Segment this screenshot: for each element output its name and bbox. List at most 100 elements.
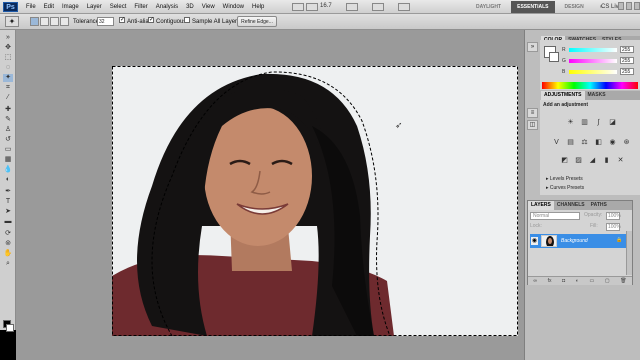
red-value[interactable]: 255 bbox=[620, 46, 634, 53]
new-layer-icon[interactable]: ▢ bbox=[605, 277, 610, 285]
red-track[interactable] bbox=[569, 48, 617, 52]
bridge-icon[interactable] bbox=[292, 3, 304, 11]
close-icon[interactable] bbox=[634, 2, 640, 10]
clone-stamp-tool-icon[interactable]: ♙ bbox=[3, 126, 13, 134]
photo-filter-icon[interactable]: ◉ bbox=[608, 138, 617, 147]
blur-tool-icon[interactable]: 💧 bbox=[3, 166, 13, 174]
contiguous-checkbox[interactable]: Contiguous bbox=[148, 15, 186, 27]
arrange-documents-icon[interactable] bbox=[372, 3, 384, 11]
color-spectrum-bar[interactable] bbox=[542, 82, 638, 89]
hue-saturation-icon[interactable]: ▤ bbox=[566, 138, 575, 147]
mini-bridge-icon[interactable] bbox=[306, 3, 318, 11]
menu-window[interactable]: Window bbox=[219, 0, 248, 14]
hand-tool-icon[interactable] bbox=[346, 3, 358, 11]
shape-tool-icon[interactable]: ▬ bbox=[3, 218, 13, 226]
fill-input[interactable]: 100% bbox=[606, 223, 621, 231]
dock-history-icon[interactable]: ◫ bbox=[527, 120, 538, 130]
blue-value[interactable]: 255 bbox=[620, 68, 634, 75]
exposure-icon[interactable]: ◪ bbox=[608, 118, 617, 127]
tab-layers[interactable]: LAYERS bbox=[528, 201, 554, 210]
new-adjustment-layer-icon[interactable]: ◐ bbox=[576, 277, 579, 285]
menu-analysis[interactable]: Analysis bbox=[152, 0, 182, 14]
workspace-design[interactable]: DESIGN bbox=[559, 1, 590, 13]
eyedropper-tool-icon[interactable]: ⁄ bbox=[3, 94, 13, 102]
tab-channels[interactable]: CHANNELS bbox=[554, 201, 588, 210]
menu-file[interactable]: File bbox=[22, 0, 40, 14]
menu-filter[interactable]: Filter bbox=[130, 0, 151, 14]
delete-layer-icon[interactable]: 🗑 bbox=[620, 277, 626, 285]
dodge-tool-icon[interactable]: ◐ bbox=[3, 176, 13, 184]
maximize-icon[interactable] bbox=[626, 2, 632, 10]
anti-alias-checkbox[interactable]: Anti-alias bbox=[119, 15, 152, 27]
zoom-level[interactable]: 16.7 bbox=[320, 3, 340, 11]
crop-tool-icon[interactable]: ⌗ bbox=[3, 84, 13, 92]
new-group-icon[interactable]: ▭ bbox=[589, 277, 594, 285]
healing-brush-tool-icon[interactable]: ✚ bbox=[3, 106, 13, 114]
minimize-icon[interactable] bbox=[618, 2, 624, 10]
channel-mixer-icon[interactable]: ⊛ bbox=[622, 138, 631, 147]
lasso-tool-icon[interactable]: ◌ bbox=[3, 64, 13, 72]
history-brush-tool-icon[interactable]: ↺ bbox=[3, 136, 13, 144]
opacity-input[interactable]: 100% bbox=[606, 212, 621, 220]
collapse-toolbox-icon[interactable]: » bbox=[3, 34, 13, 42]
blend-mode-select[interactable]: Normal bbox=[530, 212, 580, 220]
preset-levels[interactable]: ▸ Levels Presets bbox=[546, 176, 626, 183]
zoom-tool-icon[interactable]: ⌕ bbox=[3, 260, 13, 268]
hand-tool-icon-2[interactable]: ✋ bbox=[3, 250, 13, 258]
workspace-daylight[interactable]: DAYLIGHT bbox=[470, 1, 507, 13]
dock-adjust-icon[interactable]: ≡ bbox=[527, 108, 538, 118]
posterize-icon[interactable]: ▨ bbox=[574, 156, 583, 165]
anti-alias-check-icon[interactable] bbox=[119, 15, 125, 25]
subtract-from-selection-icon[interactable] bbox=[50, 17, 59, 26]
green-slider[interactable]: G 255 bbox=[562, 57, 640, 65]
background-color-preview[interactable] bbox=[549, 52, 559, 62]
layer-style-icon[interactable]: fx bbox=[548, 277, 552, 285]
green-value[interactable]: 255 bbox=[620, 57, 634, 64]
vibrance-icon[interactable]: V bbox=[552, 138, 561, 147]
move-tool-icon[interactable]: ✥ bbox=[3, 44, 13, 52]
blue-track[interactable] bbox=[569, 70, 617, 74]
intersect-selection-icon[interactable] bbox=[60, 17, 69, 26]
magic-wand-preset-icon[interactable]: ✦ bbox=[5, 16, 19, 27]
gradient-map-icon[interactable]: ▮ bbox=[602, 156, 611, 165]
menu-layer[interactable]: Layer bbox=[83, 0, 106, 14]
tab-masks[interactable]: MASKS bbox=[585, 91, 609, 100]
menu-select[interactable]: Select bbox=[106, 0, 131, 14]
background-color-swatch[interactable] bbox=[6, 324, 14, 332]
layers-scrollbar[interactable] bbox=[626, 231, 632, 275]
add-to-selection-icon[interactable] bbox=[40, 17, 49, 26]
add-mask-icon[interactable]: ◘ bbox=[562, 277, 565, 285]
gradient-tool-icon[interactable]: ▦ bbox=[3, 156, 13, 164]
contiguous-check-icon[interactable] bbox=[148, 15, 154, 25]
3d-rotate-tool-icon[interactable]: ⟳ bbox=[3, 230, 13, 238]
magic-wand-tool-icon[interactable]: ✦ bbox=[3, 74, 13, 82]
selective-color-icon[interactable]: ✕ bbox=[616, 156, 625, 165]
document-canvas[interactable] bbox=[112, 66, 518, 336]
visibility-eye-icon[interactable]: ◉ bbox=[531, 237, 538, 245]
black-white-icon[interactable]: ◧ bbox=[594, 138, 603, 147]
path-selection-tool-icon[interactable]: ➤ bbox=[3, 208, 13, 216]
menu-edit[interactable]: Edit bbox=[40, 0, 58, 14]
screen-mode-icon[interactable] bbox=[398, 3, 410, 11]
red-slider[interactable]: R 255 bbox=[562, 46, 640, 54]
marquee-tool-icon[interactable]: ⬚ bbox=[3, 54, 13, 62]
tab-adjustments[interactable]: ADJUSTMENTS bbox=[541, 91, 585, 100]
dock-collapse-icon[interactable]: » bbox=[527, 42, 538, 52]
eraser-tool-icon[interactable]: ▭ bbox=[3, 146, 13, 154]
workspace-essentials[interactable]: ESSENTIALS bbox=[511, 1, 555, 13]
menu-3d[interactable]: 3D bbox=[182, 0, 198, 14]
menu-view[interactable]: View bbox=[198, 0, 219, 14]
sample-all-layers-checkbox[interactable]: Sample All Layers bbox=[184, 17, 240, 27]
invert-icon[interactable]: ◩ bbox=[560, 156, 569, 165]
tab-paths[interactable]: PATHS bbox=[588, 201, 610, 210]
menu-image[interactable]: Image bbox=[58, 0, 83, 14]
brightness-contrast-icon[interactable]: ☀ bbox=[566, 118, 575, 127]
tolerance-input[interactable]: 32 bbox=[97, 17, 114, 26]
curves-icon[interactable]: ∫ bbox=[594, 118, 603, 127]
link-layers-icon[interactable]: ∞ bbox=[533, 277, 537, 285]
preset-curves[interactable]: ▸ Curves Presets bbox=[546, 185, 626, 192]
layer-row[interactable]: ◉ Background 🔒 bbox=[530, 234, 626, 248]
brush-tool-icon[interactable]: ✎ bbox=[3, 116, 13, 124]
green-track[interactable] bbox=[569, 59, 617, 63]
new-selection-icon[interactable] bbox=[30, 17, 39, 26]
